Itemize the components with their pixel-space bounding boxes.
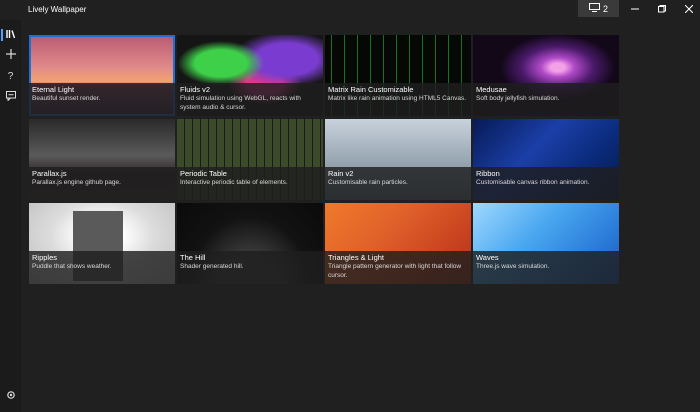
tile-description: Matrix like rain animation using HTML5 C… <box>328 95 466 102</box>
settings-icon <box>6 387 16 405</box>
tile-caption: Ribbon Customisable canvas ribbon animat… <box>473 167 619 200</box>
tile-title: Periodic Table <box>180 169 227 178</box>
wallpaper-tile-fluids-v2[interactable]: Fluids v2 Fluid simulation using WebGL, … <box>177 35 323 116</box>
monitor-count: 2 <box>602 3 608 14</box>
tile-title: Eternal Light <box>32 85 75 94</box>
tile-description: Parallax.js engine github page. <box>32 179 121 186</box>
sidebar-item-settings[interactable] <box>0 387 21 405</box>
tile-title: The Hill <box>180 253 206 262</box>
tile-caption: Medusae Soft body jellyfish simulation. <box>473 83 619 116</box>
wallpaper-tile-waves[interactable]: Waves Three.js wave simulation. <box>473 203 619 284</box>
tile-caption: Rain v2 Customisable rain particles. <box>325 167 471 200</box>
monitor-select-button[interactable]: 2 <box>578 0 619 17</box>
tile-caption: Periodic Table Interactive periodic tabl… <box>177 167 323 200</box>
tile-title: Triangles & Light <box>328 253 385 262</box>
add-icon <box>5 46 16 64</box>
wallpaper-tile-the-hill[interactable]: The Hill Shader generated hill. <box>177 203 323 284</box>
tile-title: Waves <box>476 253 499 262</box>
help-icon: ? <box>7 70 14 82</box>
sidebar-item-library[interactable] <box>0 26 21 44</box>
sidebar: ? <box>0 20 21 412</box>
tile-description: Soft body jellyfish simulation. <box>476 95 560 102</box>
tile-title: Medusae <box>476 85 507 94</box>
tile-description: Fluid simulation using WebGL, reacts wit… <box>180 95 301 111</box>
tile-caption: Fluids v2 Fluid simulation using WebGL, … <box>177 83 323 116</box>
tile-caption: Parallax.js Parallax.js engine github pa… <box>29 167 175 200</box>
wallpaper-tile-medusae[interactable]: Medusae Soft body jellyfish simulation. <box>473 35 619 116</box>
tile-caption: Triangles & Light Triangle pattern gener… <box>325 251 471 284</box>
tile-description: Customisable canvas ribbon animation. <box>476 179 590 186</box>
close-button[interactable] <box>676 0 700 17</box>
wallpaper-tile-rain-v2[interactable]: Rain v2 Customisable rain particles. <box>325 119 471 200</box>
library-icon <box>5 26 16 44</box>
tile-title: Fluids v2 <box>180 85 211 94</box>
wallpaper-tile-triangles-light[interactable]: Triangles & Light Triangle pattern gener… <box>325 203 471 284</box>
wallpaper-tile-periodic-table[interactable]: Periodic Table Interactive periodic tabl… <box>177 119 323 200</box>
tile-caption: Eternal Light Beautiful sunset render. <box>29 83 175 116</box>
monitor-icon <box>588 3 600 14</box>
tile-caption: Ripples Puddle that shows weather. <box>29 251 175 284</box>
tile-caption: Matrix Rain Customizable Matrix like rai… <box>325 83 471 116</box>
tile-caption: The Hill Shader generated hill. <box>177 251 323 284</box>
tile-title: Ripples <box>32 253 58 262</box>
feedback-icon <box>5 88 16 106</box>
tile-title: Ribbon <box>476 169 500 178</box>
tile-title: Matrix Rain Customizable <box>328 85 414 94</box>
wallpaper-tile-parallax-js[interactable]: Parallax.js Parallax.js engine github pa… <box>29 119 175 200</box>
tile-description: Beautiful sunset render. <box>32 95 101 102</box>
sidebar-item-feedback[interactable] <box>0 88 21 106</box>
tile-caption: Waves Three.js wave simulation. <box>473 251 619 284</box>
minimize-button[interactable] <box>622 0 648 17</box>
sidebar-item-add[interactable] <box>0 46 21 64</box>
tile-title: Parallax.js <box>32 169 67 178</box>
wallpaper-tile-ripples[interactable]: Ripples Puddle that shows weather. <box>29 203 175 284</box>
tile-description: Customisable rain particles. <box>328 179 408 186</box>
tile-title: Rain v2 <box>328 169 354 178</box>
wallpaper-tile-ribbon[interactable]: Ribbon Customisable canvas ribbon animat… <box>473 119 619 200</box>
tile-description: Triangle pattern generator with light th… <box>328 263 462 279</box>
sidebar-item-help[interactable]: ? <box>0 67 21 85</box>
wallpaper-tile-eternal-light[interactable]: Eternal Light Beautiful sunset render. <box>29 35 175 116</box>
tile-description: Three.js wave simulation. <box>476 263 550 270</box>
tile-description: Shader generated hill. <box>180 263 244 270</box>
title-bar: Lively Wallpaper 2 <box>0 0 700 20</box>
maximize-button[interactable] <box>649 0 675 17</box>
app-title: Lively Wallpaper <box>28 5 87 14</box>
tile-description: Puddle that shows weather. <box>32 263 112 270</box>
tile-description: Interactive periodic table of elements. <box>180 179 288 186</box>
wallpaper-tile-matrix-rain[interactable]: Matrix Rain Customizable Matrix like rai… <box>325 35 471 116</box>
